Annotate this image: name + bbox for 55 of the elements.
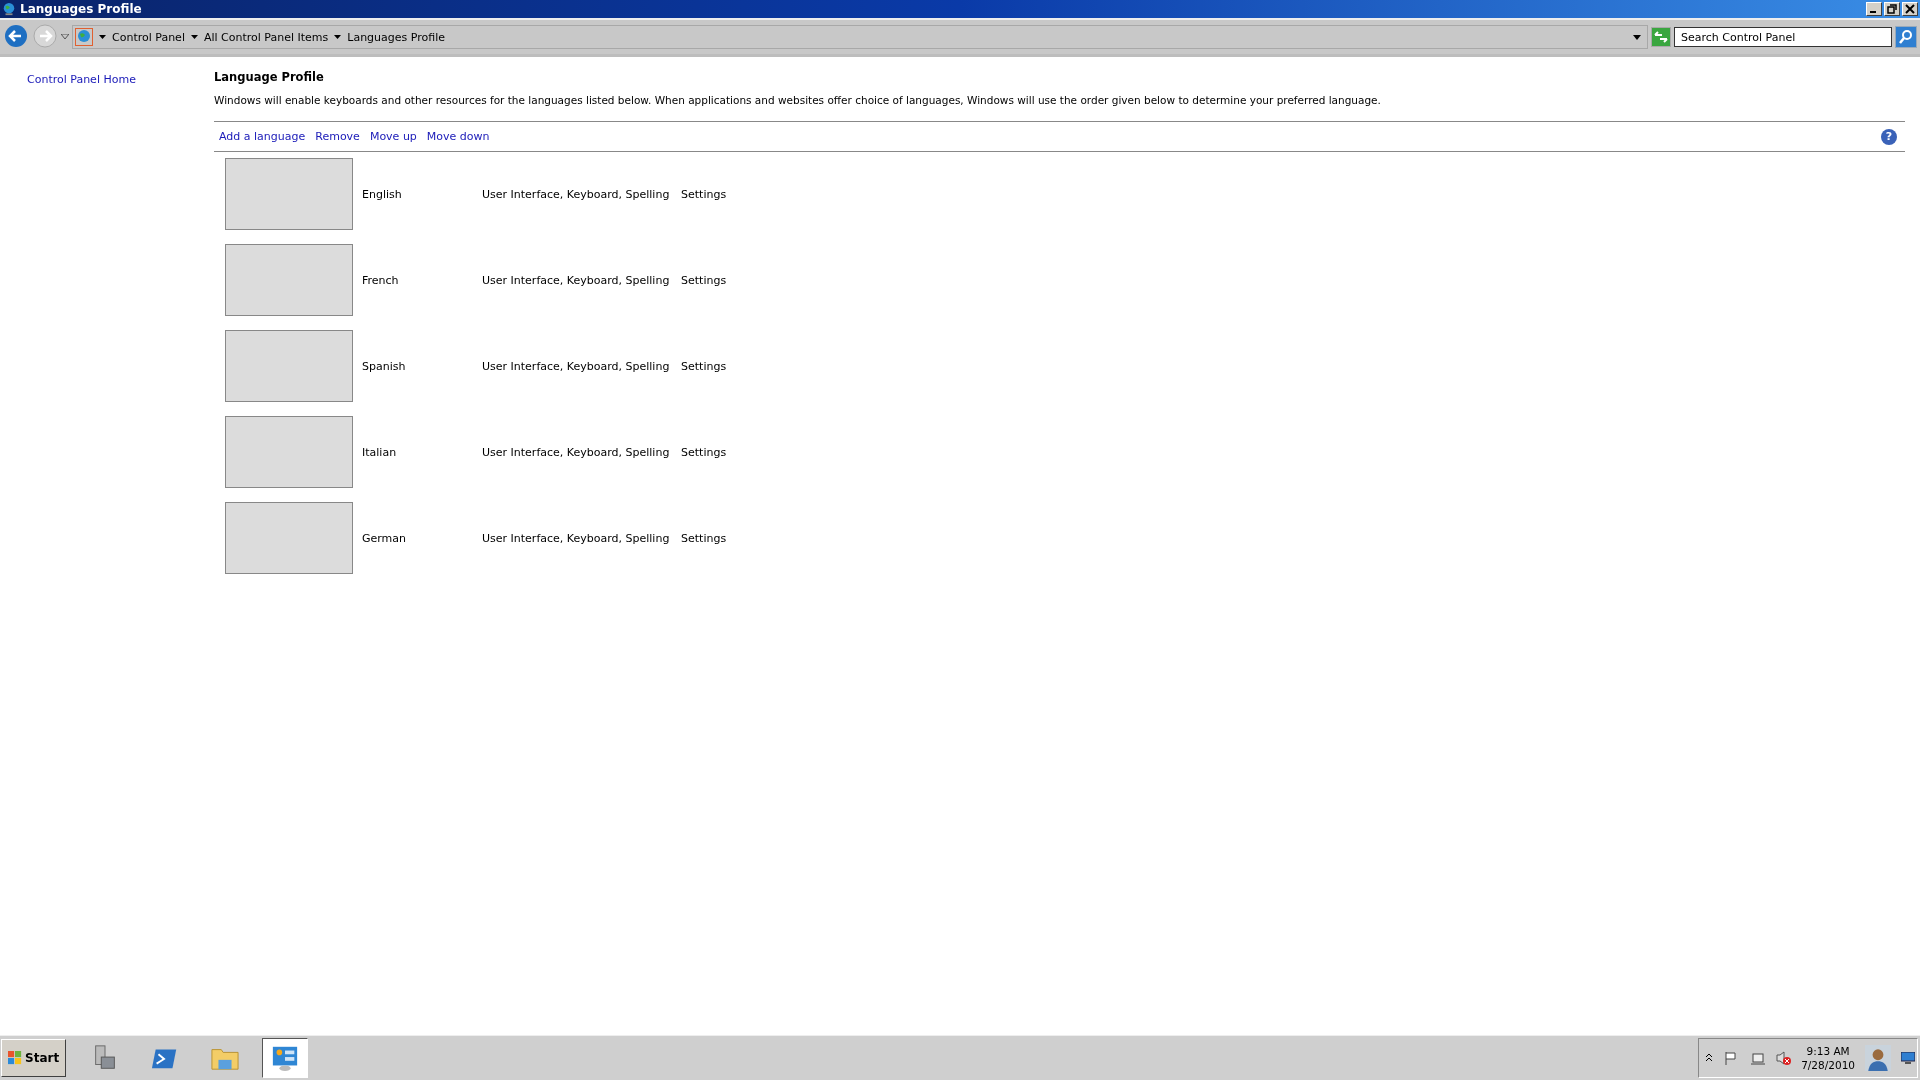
search-field[interactable]: Search Control Panel [1674, 27, 1892, 47]
speaker-muted-icon[interactable] [1775, 1050, 1792, 1066]
restore-button[interactable] [1884, 2, 1900, 16]
windows-logo-icon [8, 1051, 22, 1065]
breadcrumb[interactable]: Control Panel [112, 30, 185, 44]
toolbar-link[interactable]: Move up [369, 130, 417, 143]
language-name[interactable]: Spanish [353, 359, 482, 373]
toolbar-link[interactable]: Move down [426, 130, 490, 143]
toolbar-link[interactable]: Add a language [219, 130, 306, 143]
settings-link[interactable]: Settings [681, 273, 727, 287]
breadcrumb[interactable]: Languages Profile [347, 30, 445, 44]
dropdown-arrow-icon[interactable] [1633, 34, 1641, 40]
search-icon [1898, 29, 1914, 45]
search-button[interactable] [1895, 26, 1917, 48]
window-title: Languages Profile [20, 2, 143, 16]
globe-icon [75, 28, 93, 46]
refresh-icon [1653, 29, 1669, 45]
user-avatar-icon[interactable] [1865, 1045, 1891, 1071]
page-heading: Language Profile [214, 70, 325, 84]
address-field[interactable]: Control Panel All Control Panel Items Languages Profile [72, 25, 1648, 49]
breadcrumb[interactable]: All Control Panel Items [203, 30, 329, 44]
minimize-icon [1870, 11, 1876, 13]
caret-icon[interactable] [334, 35, 342, 39]
close-button[interactable] [1902, 2, 1918, 16]
restore-icon [1887, 4, 1897, 14]
settings-link[interactable]: Settings [681, 445, 727, 459]
sidebar-link[interactable]: Control Panel Home [27, 73, 136, 86]
settings-link[interactable]: Settings [681, 359, 727, 373]
settings-link[interactable]: Settings [681, 531, 727, 545]
chevron-icon[interactable] [1705, 1051, 1714, 1062]
back-button[interactable] [3, 24, 29, 50]
globe-icon [2, 2, 16, 16]
settings-link[interactable]: Settings [681, 187, 727, 201]
taskbar-button[interactable] [262, 1038, 309, 1078]
minimize-button[interactable] [1866, 2, 1882, 16]
toolbar-link[interactable]: Remove [315, 130, 360, 143]
show-desktop-icon[interactable] [1901, 1052, 1915, 1064]
start-button[interactable]: Start [1, 1039, 67, 1077]
clock-time[interactable]: 9:13 AM [1806, 1044, 1850, 1058]
close-icon [1905, 4, 1915, 14]
help-button[interactable]: ? [1881, 128, 1897, 145]
caret-icon[interactable] [99, 35, 106, 39]
language-features: User Interface, Keyboard, Spelling [482, 445, 671, 459]
refresh-button[interactable] [1651, 27, 1671, 47]
language-name[interactable]: French [353, 273, 482, 287]
language-features: User Interface, Keyboard, Spelling [482, 359, 671, 373]
language-name[interactable]: German [353, 531, 482, 545]
language-name[interactable]: English [353, 187, 482, 201]
language-features: User Interface, Keyboard, Spelling [482, 273, 671, 287]
caret-icon[interactable] [190, 35, 198, 39]
page-description: Windows will enable keyboards and other resources for the languages listed below. When applications and websites offer choice of languages, Windows will use the order given below to determine your preferred language. [214, 94, 1382, 106]
language-name[interactable]: Italian [353, 445, 482, 459]
language-features: User Interface, Keyboard, Spelling [482, 187, 671, 201]
clock-date[interactable]: 7/28/2010 [1801, 1058, 1855, 1072]
language-features: User Interface, Keyboard, Spelling [482, 531, 671, 545]
